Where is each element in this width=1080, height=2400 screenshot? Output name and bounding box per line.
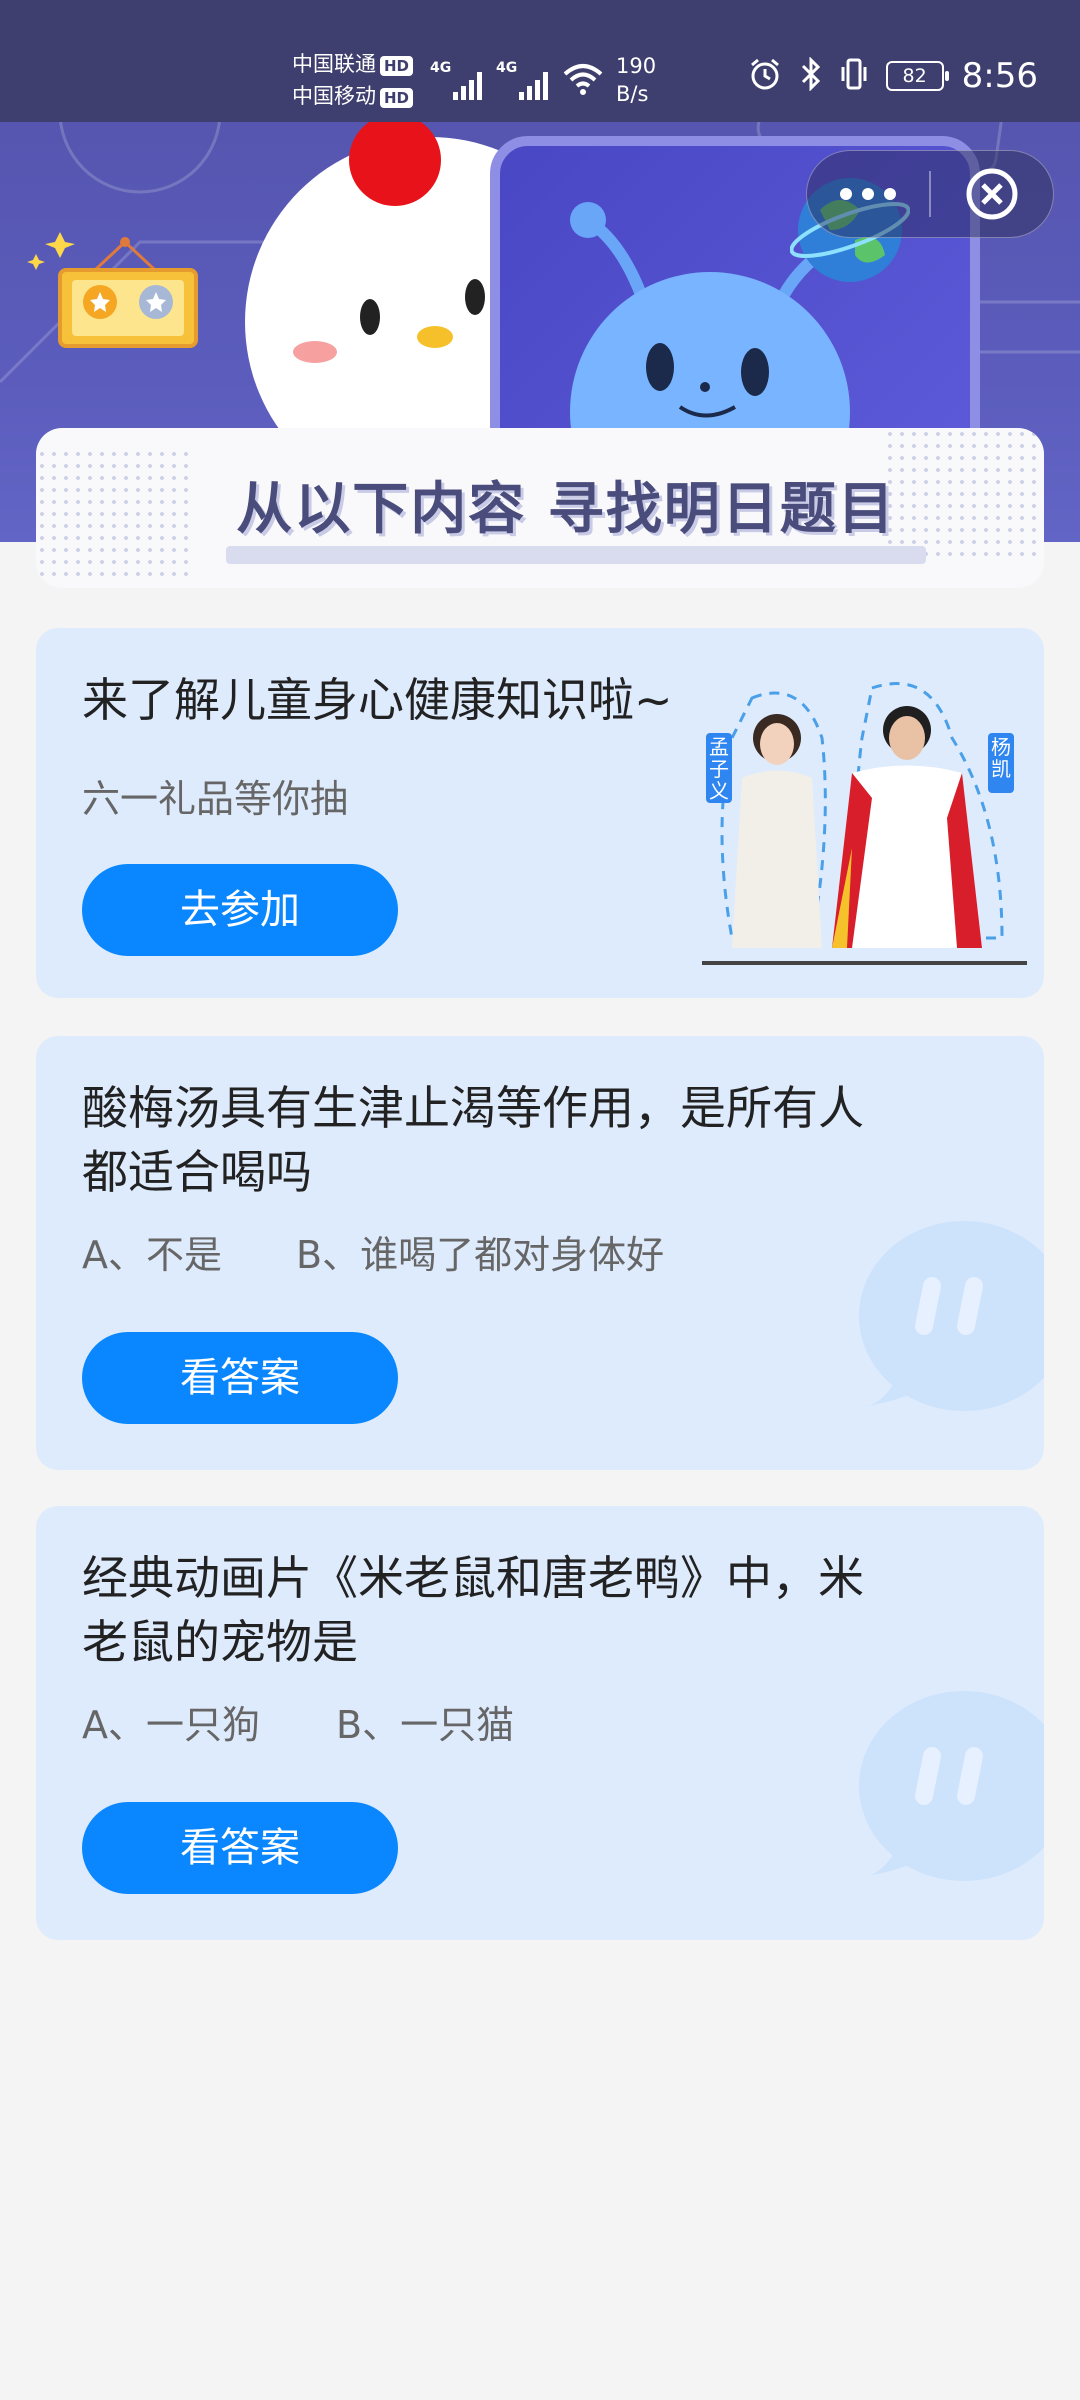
- network-type: 4G: [496, 60, 518, 76]
- carrier-2: 中国移动: [292, 84, 376, 108]
- alarm-icon: [748, 57, 782, 95]
- vibrate-icon: [840, 57, 868, 95]
- celebrity-name-tag: 孟子义: [709, 735, 729, 803]
- carrier-1: 中国联通: [292, 52, 376, 76]
- question-card[interactable]: 经典动画片《米老鼠和唐老鸭》中，米 老鼠的宠物是 A、一只狗 B、一只猫 看答案: [36, 1506, 1044, 1940]
- question-option-a: A、不是: [82, 1233, 222, 1277]
- question-title-line-2: 老鼠的宠物是: [82, 1615, 358, 1669]
- more-dots-icon: [840, 188, 896, 200]
- miniprogram-capsule[interactable]: [806, 150, 1054, 238]
- clock: 8:56: [961, 56, 1038, 96]
- signal-indicators: 4G 4G: [430, 60, 548, 100]
- carrier-info: 中国联通 HD 中国移动 HD: [292, 48, 414, 112]
- battery-indicator: 82: [885, 61, 949, 91]
- join-button[interactable]: 去参加: [82, 864, 398, 956]
- more-options-button[interactable]: [807, 188, 929, 200]
- status-bar: 中国联通 HD 中国移动 HD 4G 4G 190 B/s 82 8:56: [0, 0, 1080, 122]
- wifi-icon: [562, 62, 604, 100]
- question-option-b: B、一只猫: [336, 1703, 515, 1747]
- promo-subtitle: 六一礼品等你抽: [82, 777, 349, 821]
- promo-title: 来了解儿童身心健康知识啦~: [82, 673, 673, 727]
- question-option-b: B、谁喝了都对身体好: [296, 1233, 665, 1277]
- signal-icon: 4G: [430, 60, 482, 100]
- chat-bubble-icon: [859, 1691, 1044, 1881]
- section-title-card: 从以下内容 寻找明日题目: [36, 428, 1044, 588]
- close-button[interactable]: [931, 167, 1053, 221]
- speed-value: 190: [616, 54, 657, 78]
- chat-bubble-icon: [859, 1221, 1044, 1411]
- hd-badge: HD: [380, 88, 414, 108]
- hd-badge: HD: [380, 56, 414, 76]
- view-answer-button[interactable]: 看答案: [82, 1802, 398, 1894]
- view-answer-button[interactable]: 看答案: [82, 1332, 398, 1424]
- question-option-a: A、一只狗: [82, 1703, 260, 1747]
- speed-unit: B/s: [616, 82, 649, 106]
- question-title-line-2: 都适合喝吗: [82, 1145, 312, 1199]
- question-title-line-1: 经典动画片《米老鼠和唐老鸭》中，米: [82, 1551, 864, 1605]
- signal-icon: 4G: [496, 60, 548, 100]
- title-underline-decoration: [226, 546, 926, 564]
- question-card[interactable]: 酸梅汤具有生津止渴等作用，是所有人 都适合喝吗 A、不是 B、谁喝了都对身体好 …: [36, 1036, 1044, 1470]
- promo-card[interactable]: 来了解儿童身心健康知识啦~ 六一礼品等你抽 去参加 孟子义 杨凯: [36, 628, 1044, 998]
- question-title-line-1: 酸梅汤具有生津止渴等作用，是所有人: [82, 1081, 864, 1135]
- close-circle-icon: [966, 168, 1018, 220]
- network-speed: 190 B/s: [616, 52, 656, 108]
- section-title: 从以下内容 寻找明日题目: [236, 477, 896, 542]
- bluetooth-icon: [800, 56, 822, 95]
- celebrity-photo-image: [702, 682, 1027, 965]
- celebrity-name-tag: 杨凯: [991, 735, 1011, 781]
- network-type: 4G: [430, 60, 452, 76]
- dot-pattern-decoration: [36, 448, 196, 578]
- medal-board-icon: [27, 232, 198, 348]
